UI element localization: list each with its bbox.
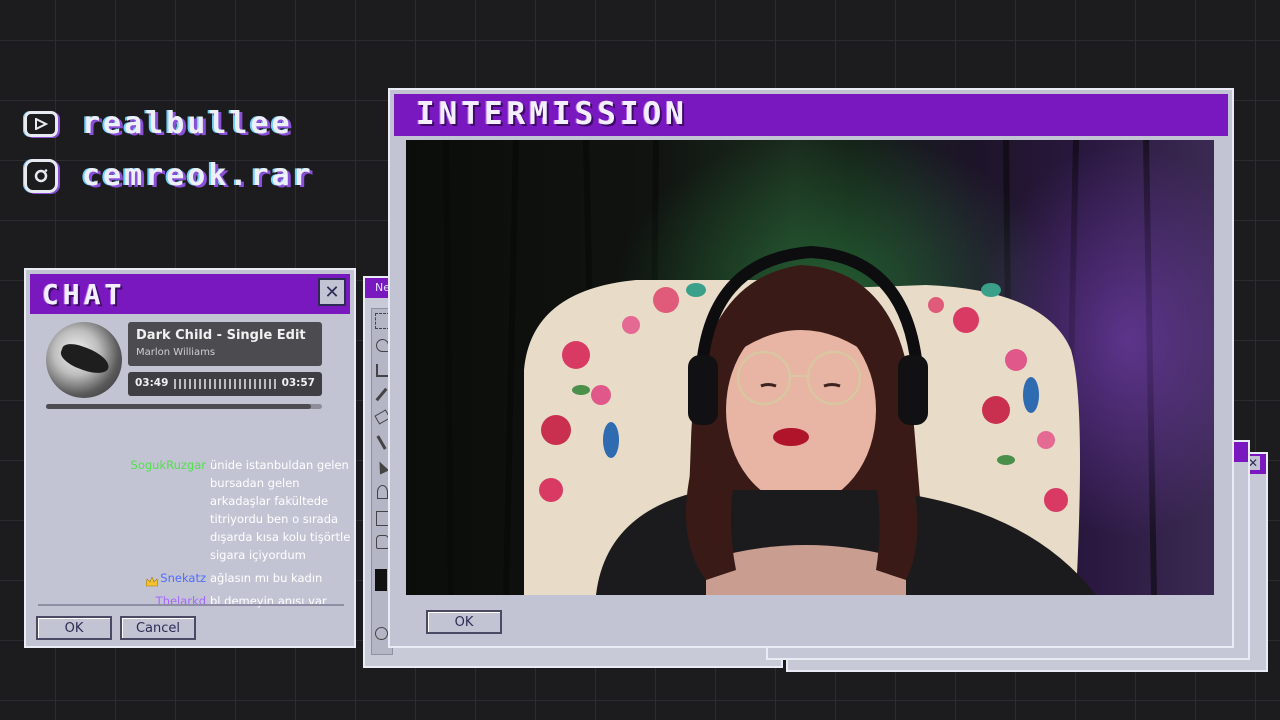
cursor-tool-icon[interactable] bbox=[374, 459, 390, 475]
intermission-title: INTERMISSION bbox=[416, 96, 688, 132]
waveform-icon bbox=[174, 379, 278, 389]
social-instagram: cemreok.rar bbox=[24, 158, 314, 193]
youtube-handle: realbullee bbox=[82, 106, 293, 141]
total-time: 03:57 bbox=[281, 377, 315, 389]
chat-ok-button[interactable]: OK bbox=[36, 616, 112, 640]
chat-title: CHAT bbox=[42, 278, 126, 311]
chat-window: CHAT ✕ Dark Child - Single Edit Marlon W… bbox=[24, 268, 356, 648]
chat-username[interactable]: Thelarkd bbox=[120, 592, 206, 610]
elapsed-time: 03:49 bbox=[135, 377, 169, 389]
intermission-ok-button[interactable]: OK bbox=[426, 610, 502, 634]
chat-cancel-button[interactable]: Cancel bbox=[120, 616, 196, 640]
chat-message: ağlasın mı bu kadın bbox=[210, 571, 323, 585]
now-playing-card: Dark Child - Single Edit Marlon Williams bbox=[128, 322, 322, 366]
song-title: Dark Child - Single Edit bbox=[136, 328, 306, 343]
song-progress-fill bbox=[46, 404, 311, 409]
webcam-feed bbox=[406, 140, 1214, 595]
instagram-handle: cemreok.rar bbox=[82, 158, 314, 193]
brush-tool-icon[interactable] bbox=[376, 435, 387, 450]
instagram-icon bbox=[24, 158, 58, 193]
zoom-tool-icon[interactable] bbox=[375, 627, 388, 640]
webcam-scene bbox=[443, 140, 1214, 595]
youtube-icon bbox=[24, 110, 58, 137]
song-artist: Marlon Williams bbox=[136, 347, 216, 358]
chat-message: bl demeyin anısı var bbox=[210, 594, 327, 608]
pencil-tool-icon[interactable] bbox=[375, 387, 388, 402]
pen-tool-icon[interactable] bbox=[377, 485, 388, 499]
song-progress-track bbox=[46, 404, 322, 409]
chat-divider bbox=[38, 604, 344, 606]
intermission-window: INTERMISSION OK bbox=[388, 88, 1234, 648]
chat-username[interactable]: Snekatz bbox=[120, 569, 206, 587]
color-swatch[interactable] bbox=[375, 569, 387, 591]
chat-username[interactable]: SogukRuzgar bbox=[120, 456, 206, 474]
chat-close-button[interactable]: ✕ bbox=[318, 278, 346, 306]
social-youtube: realbullee bbox=[24, 106, 293, 141]
playback-bar: 03:49 03:57 bbox=[128, 372, 322, 396]
close-icon: ✕ bbox=[324, 281, 340, 303]
album-art bbox=[46, 322, 122, 398]
album-art-figure bbox=[57, 340, 113, 378]
chat-message: ünide istanbuldan gelen bursadan gelen a… bbox=[210, 458, 351, 562]
